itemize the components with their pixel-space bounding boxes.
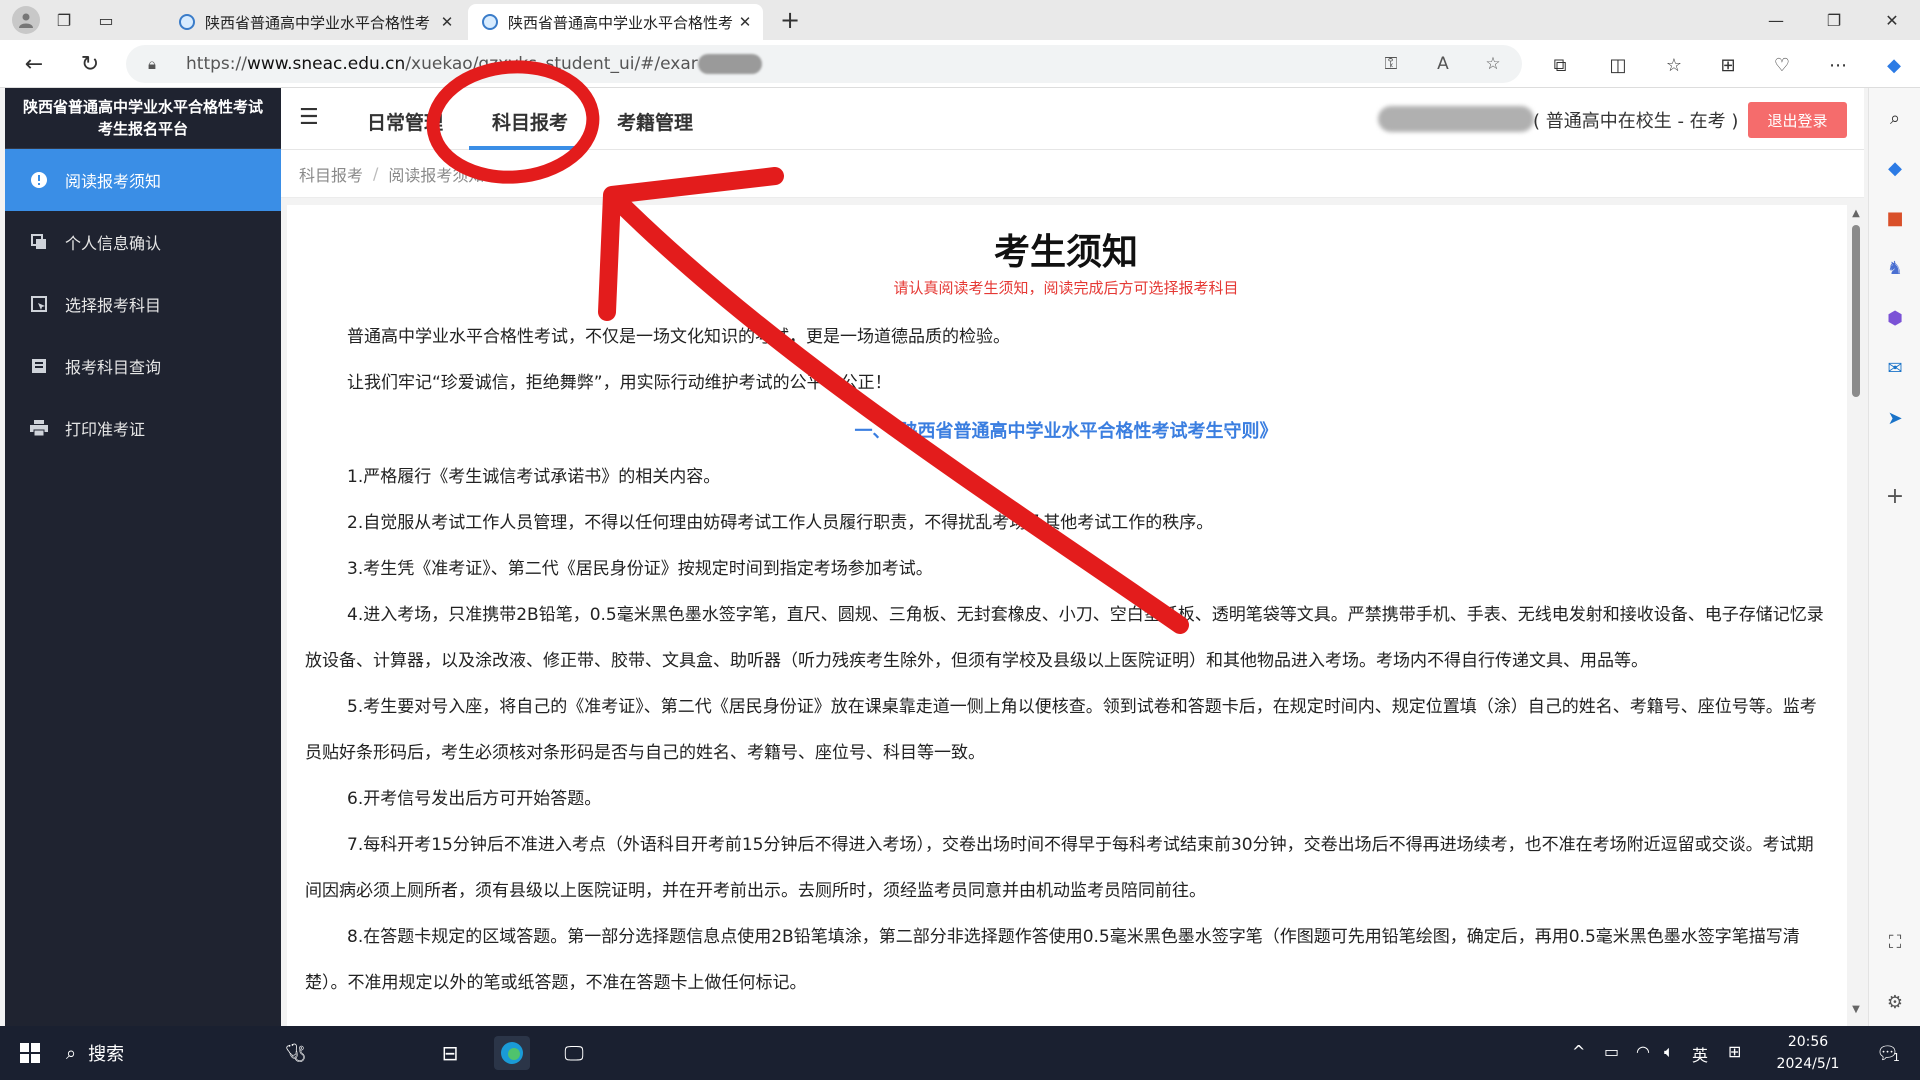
edge-sidebar: ⌕ ◆ ■ ♞ ⬢ ✉ ➤ + ⛶ ⚙	[1868, 88, 1920, 1026]
rule-item: 3.考生凭《准考证》、第二代《居民身份证》按规定时间到指定考场参加考试。	[347, 559, 933, 579]
volume-icon[interactable]: 🔈︎	[1664, 1042, 1674, 1062]
favorite-star-icon[interactable]: ☆	[1478, 49, 1508, 79]
taskbar-search[interactable]: ⌕ 搜索 🩺︎	[66, 1035, 426, 1071]
browser-tab-2[interactable]: 陕西省普通高中学业水平合格性考 ✕	[468, 4, 763, 40]
copilot-icon[interactable]: ◆	[1878, 49, 1910, 81]
close-tab-icon[interactable]: ✕	[435, 13, 459, 31]
battery-icon[interactable]: ▭	[1604, 1042, 1619, 1061]
breadcrumb-item-subject-registration[interactable]: 科目报考	[299, 162, 363, 186]
scrollbar-thumb[interactable]	[1852, 225, 1860, 397]
rule-item: 1.严格履行《考生诚信考试承诺书》的相关内容。	[347, 467, 721, 487]
rule-item: 4.进入考场，只准携带2B铅笔，0.5毫米黑色墨水签字笔，直尺、圆规、三角板、无…	[305, 605, 1824, 671]
outlook-icon[interactable]: ✉	[1881, 354, 1909, 382]
settings-gear-icon[interactable]: ⚙	[1881, 988, 1909, 1016]
games-icon[interactable]: ♞	[1881, 254, 1909, 282]
wifi-icon[interactable]: ◠	[1636, 1042, 1650, 1061]
tab-daily-management[interactable]: 日常管理	[367, 108, 443, 135]
scroll-down-icon[interactable]: ▼	[1849, 1004, 1863, 1018]
sidebar-item-read-notice[interactable]: 阅读报考须知	[5, 149, 281, 211]
url-input[interactable]: 🔒︎ https://www.sneac.edu.cn/xuekao/gzxyk…	[126, 45, 1522, 83]
tools-icon[interactable]: ■	[1881, 204, 1909, 232]
select-icon	[29, 294, 49, 314]
tab-actions-icon[interactable]: ▭	[92, 6, 120, 34]
sidebar: 陕西省普通高中学业水平合格性考试 考生报名平台 阅读报考须知 个人信息确认 选择…	[5, 88, 281, 1026]
browser-tab-1[interactable]: 陕西省普通高中学业水平合格性考 ✕	[165, 4, 465, 40]
windows-start-icon[interactable]	[12, 1036, 48, 1070]
breadcrumb: 科目报考 / 阅读报考须知	[281, 150, 1864, 198]
site-favicon-icon	[179, 14, 195, 30]
restore-icon[interactable]: ❐	[1806, 0, 1862, 40]
browser-tab-bar: ❐ ▭ 陕西省普通高中学业水平合格性考 ✕ 陕西省普通高中学业水平合格性考 ✕ …	[0, 0, 1920, 40]
logout-button[interactable]: 退出登录	[1748, 102, 1847, 138]
clock[interactable]: 20:56 2024/5/1	[1760, 1031, 1856, 1075]
user-role: ( 普通高中在校生 - 在考 )	[1533, 111, 1739, 132]
notification-icon[interactable]: 💬︎ 1	[1870, 1036, 1906, 1070]
screenshot-icon[interactable]: ⛶	[1881, 928, 1909, 956]
notice-subtitle: 请认真阅读考生须知，阅读完成后方可选择报考科目	[893, 279, 1239, 297]
sidebar-item-query-subjects[interactable]: 报考科目查询	[5, 335, 281, 397]
intro-paragraph-1: 普通高中学业水平合格性考试，不仅是一场文化知识的考试，更是一场道德品质的检验。	[347, 327, 1010, 347]
breadcrumb-item-read-notice: 阅读报考须知	[388, 165, 485, 185]
site-favicon-icon	[482, 14, 498, 30]
tab-record-management[interactable]: 考籍管理	[617, 108, 693, 135]
sidebar-item-confirm-info[interactable]: 个人信息确认	[5, 211, 281, 273]
refresh-icon[interactable]: ↻	[74, 48, 106, 80]
workspaces-icon[interactable]: ❐	[50, 6, 78, 34]
scroll-up-icon[interactable]: ▲	[1849, 208, 1863, 222]
add-icon[interactable]: +	[1881, 482, 1909, 510]
close-window-icon[interactable]: ✕	[1864, 0, 1920, 40]
menu-toggle-icon[interactable]: ☰	[299, 106, 323, 130]
search-icon[interactable]: ⌕	[1881, 104, 1909, 132]
ime-language[interactable]: 英	[1692, 1042, 1708, 1066]
rule-item: 8.在答题卡规定的区域答题。第一部分选择题信息点使用2B铅笔填涂，第二部分非选择…	[305, 927, 1800, 993]
sidebar-item-print-ticket[interactable]: 打印准考证	[5, 397, 281, 459]
redacted-user-name	[1378, 106, 1534, 132]
search-icon: ⌕	[66, 1042, 77, 1064]
back-icon[interactable]: ←	[18, 48, 50, 80]
tray-chevron-icon[interactable]: ^	[1572, 1042, 1585, 1061]
platform-title: 陕西省普通高中学业水平合格性考试 考生报名平台	[5, 88, 281, 149]
notice-content: 考生须知 请认真阅读考生须知，阅读完成后方可选择报考科目 普通高中学业水平合格性…	[287, 205, 1847, 1026]
windows-taskbar: ⌕ 搜索 🩺︎ ⊟ 🖵︎ ^ ▭ ◠ 🔈︎ 英 ⊞ 20:56 2024/5/1…	[0, 1026, 1920, 1080]
key-icon[interactable]: ⚿	[1376, 49, 1406, 79]
rule-item: 2.自觉服从考试工作人员管理，不得以任何理由妨碍考试工作人员履行职责，不得扰乱考…	[347, 513, 1214, 533]
send-icon[interactable]: ➤	[1881, 404, 1909, 432]
read-aloud-icon[interactable]: A	[1428, 49, 1458, 79]
info-icon	[29, 170, 49, 190]
rule-item: 6.开考信号发出后方可开始答题。	[347, 789, 602, 809]
m365-icon[interactable]: ⬢	[1881, 304, 1909, 332]
performance-icon[interactable]: ♡	[1766, 49, 1798, 81]
edge-browser-icon[interactable]	[494, 1036, 530, 1070]
search-highlight-icon: 🩺︎	[284, 1042, 307, 1064]
rule-item: 7.每科开考15分钟后不准进入考点（外语科目开考前15分钟后不得进入考场），交卷…	[305, 835, 1814, 901]
redacted-url-part	[697, 54, 762, 74]
profile-icon[interactable]	[12, 6, 40, 34]
more-menu-icon[interactable]: ⋯	[1822, 49, 1854, 81]
section-title: 一、《陕西省普通高中学业水平合格性考试考生守则》	[854, 421, 1278, 442]
shopping-tag-icon[interactable]: ◆	[1881, 154, 1909, 182]
ime-mode-icon[interactable]: ⊞	[1728, 1042, 1741, 1061]
collections-icon[interactable]: ⊞	[1712, 49, 1744, 81]
rule-item: 5.考生要对号入座，将自己的《准考证》、第二代《居民身份证》放在课桌靠走道一侧上…	[305, 697, 1817, 763]
favorites-icon[interactable]: ☆	[1658, 49, 1690, 81]
top-header: ☰ 日常管理 科目报考 考籍管理 ( 普通高中在校生 - 在考 ) 退出登录	[281, 88, 1864, 150]
tab-subject-registration[interactable]: 科目报考	[492, 108, 568, 135]
new-tab-button[interactable]: +	[776, 6, 804, 34]
url-text: https://www.sneac.edu.cn/xuekao/gzxyks_s…	[186, 54, 762, 74]
task-view-icon[interactable]: ⊟	[432, 1036, 468, 1070]
remote-desktop-icon[interactable]: 🖵︎	[556, 1036, 592, 1070]
printer-icon	[29, 418, 49, 438]
extensions-icon[interactable]: ⧉	[1544, 49, 1576, 81]
list-icon	[29, 356, 49, 376]
split-screen-icon[interactable]: ◫	[1602, 49, 1634, 81]
intro-paragraph-2: 让我们牢记“珍爱诚信，拒绝舞弊”，用实际行动维护考试的公平、公正！	[347, 373, 892, 393]
minimize-icon[interactable]: —	[1748, 0, 1804, 40]
lock-icon: 🔒︎	[148, 55, 156, 73]
copy-icon	[29, 232, 49, 252]
breadcrumb-separator: /	[373, 164, 379, 183]
close-tab-icon[interactable]: ✕	[733, 13, 757, 31]
sidebar-item-select-subjects[interactable]: 选择报考科目	[5, 273, 281, 335]
notice-title: 考生须知	[993, 232, 1138, 273]
